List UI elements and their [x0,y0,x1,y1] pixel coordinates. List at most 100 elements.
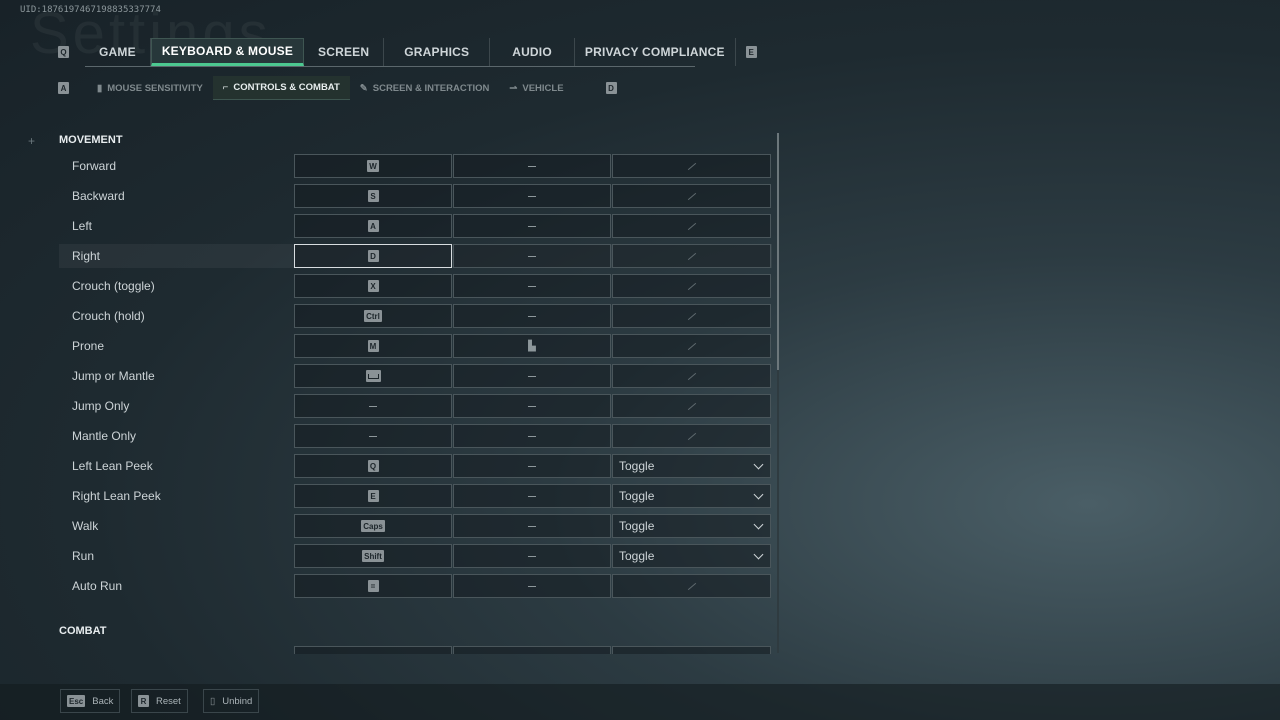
mode-dropdown[interactable]: Toggle [612,544,771,568]
plus-icon: + [28,134,36,148]
prev-tab-key[interactable]: Q [58,46,69,58]
primary-binding[interactable]: D [294,244,452,268]
prev-subtab-key[interactable]: A [58,82,69,94]
r-key: R [138,695,149,707]
action-label: Jump or Mantle [72,369,155,383]
binding-row: Mantle Only [59,424,772,448]
secondary-binding[interactable] [453,454,611,478]
primary-binding[interactable] [294,424,452,448]
key-badge: A [367,220,379,232]
unbound-dash [528,375,536,377]
chevron-down-icon [753,549,764,559]
secondary-binding[interactable] [453,514,611,538]
secondary-binding[interactable] [453,154,611,178]
secondary-binding[interactable] [453,544,611,568]
binding-row: Jump Only [59,394,772,418]
mode-dropdown[interactable]: Toggle [612,454,771,478]
unbound-dash [528,285,536,287]
primary-binding[interactable]: A [294,214,452,238]
mode-cell [612,274,771,298]
binding-row: Crouch (toggle) X [59,274,772,298]
vehicle-icon: ⇀ [509,82,518,94]
mode-value: Toggle [619,489,655,503]
unbound-dash [369,435,377,437]
unbound-dash [528,405,536,407]
not-applicable-icon [687,192,696,200]
primary-binding[interactable] [294,364,452,388]
mode-dropdown[interactable]: Toggle [612,514,771,538]
primary-binding[interactable]: X [294,274,452,298]
primary-binding[interactable]: M [294,334,452,358]
unbound-dash [528,315,536,317]
mode-dropdown[interactable]: Toggle [612,484,771,508]
action-label: Jump Only [72,399,130,413]
secondary-binding[interactable]: ▙ [453,334,611,358]
action-label: Left Lean Peek [72,459,153,473]
action-label: Right [72,249,101,263]
primary-binding[interactable]: S [294,184,452,208]
secondary-binding[interactable] [453,424,611,448]
tab-privacy-compliance[interactable]: PRIVACY COMPLIANCE [575,38,736,66]
key-badge: Q [367,460,379,472]
next-subtab-key[interactable]: D [605,82,617,94]
primary-binding[interactable]: E [294,484,452,508]
mode-value: Toggle [619,519,655,533]
binding-row: Right Lean Peek E Toggle [59,484,772,508]
key-badge: Caps [361,520,385,532]
key-badge: E [367,490,379,502]
mode-cell [612,214,771,238]
primary-binding[interactable] [294,394,452,418]
secondary-binding[interactable] [453,364,611,388]
secondary-binding[interactable] [453,214,611,238]
secondary-binding[interactable] [453,184,611,208]
not-applicable-icon [687,162,696,170]
key-badge: = [367,580,379,592]
primary-binding[interactable]: Shift [294,544,452,568]
primary-binding[interactable]: Ctrl [294,304,452,328]
chevron-down-icon [753,519,764,529]
unbound-dash [528,465,536,467]
action-label: Walk [72,519,99,533]
action-label: Crouch (toggle) [72,279,155,293]
binding-cell [453,646,611,654]
key-badge: W [367,160,379,172]
mode-cell [612,424,771,448]
unbound-dash [369,405,377,407]
scrollbar-thumb[interactable] [777,133,779,370]
primary-binding[interactable]: W [294,154,452,178]
action-label: Crouch (hold) [72,309,145,323]
back-button[interactable]: Esc Back [60,689,121,713]
subtab-vehicle[interactable]: ⇀ VEHICLE [499,76,573,100]
reset-button[interactable]: R Reset [131,689,188,713]
primary-binding[interactable]: Q [294,454,452,478]
not-applicable-icon [687,432,696,440]
secondary-binding[interactable] [453,574,611,598]
chevron-down-icon [753,459,764,469]
secondary-binding[interactable] [453,484,611,508]
unbound-dash [528,525,536,527]
primary-binding[interactable]: Caps [294,514,452,538]
next-tab-key[interactable]: E [745,46,757,58]
secondary-binding[interactable] [453,394,611,418]
not-applicable-icon [687,402,696,410]
primary-binding[interactable]: = [294,574,452,598]
tab-screen[interactable]: SCREEN [304,38,385,66]
subtab-screen-interaction[interactable]: ✎ SCREEN & INTERACTION [350,76,500,100]
tab-graphics[interactable]: GRAPHICS [384,38,491,66]
tab-game[interactable]: GAME [85,38,151,66]
secondary-binding[interactable] [453,274,611,298]
subtab-controls-combat[interactable]: ⌐ CONTROLS & COMBAT [212,76,350,100]
mode-value: Toggle [619,549,655,563]
secondary-binding[interactable] [453,244,611,268]
tab-keyboard-mouse[interactable]: KEYBOARD & MOUSE [150,38,305,66]
mode-cell [612,244,771,268]
key-badge: M [367,340,379,352]
binding-row: Walk Caps Toggle [59,514,772,538]
main-tabs: Q GAME KEYBOARD & MOUSE SCREEN GRAPHICS … [58,38,757,66]
tab-audio[interactable]: AUDIO [490,38,575,66]
mode-cell [612,184,771,208]
binding-row: Right D [59,244,772,268]
unbind-button[interactable]: ▯ Unbind [203,689,260,713]
secondary-binding[interactable] [453,304,611,328]
subtab-mouse-sensitivity[interactable]: ▮ MOUSE SENSITIVITY [87,76,213,100]
